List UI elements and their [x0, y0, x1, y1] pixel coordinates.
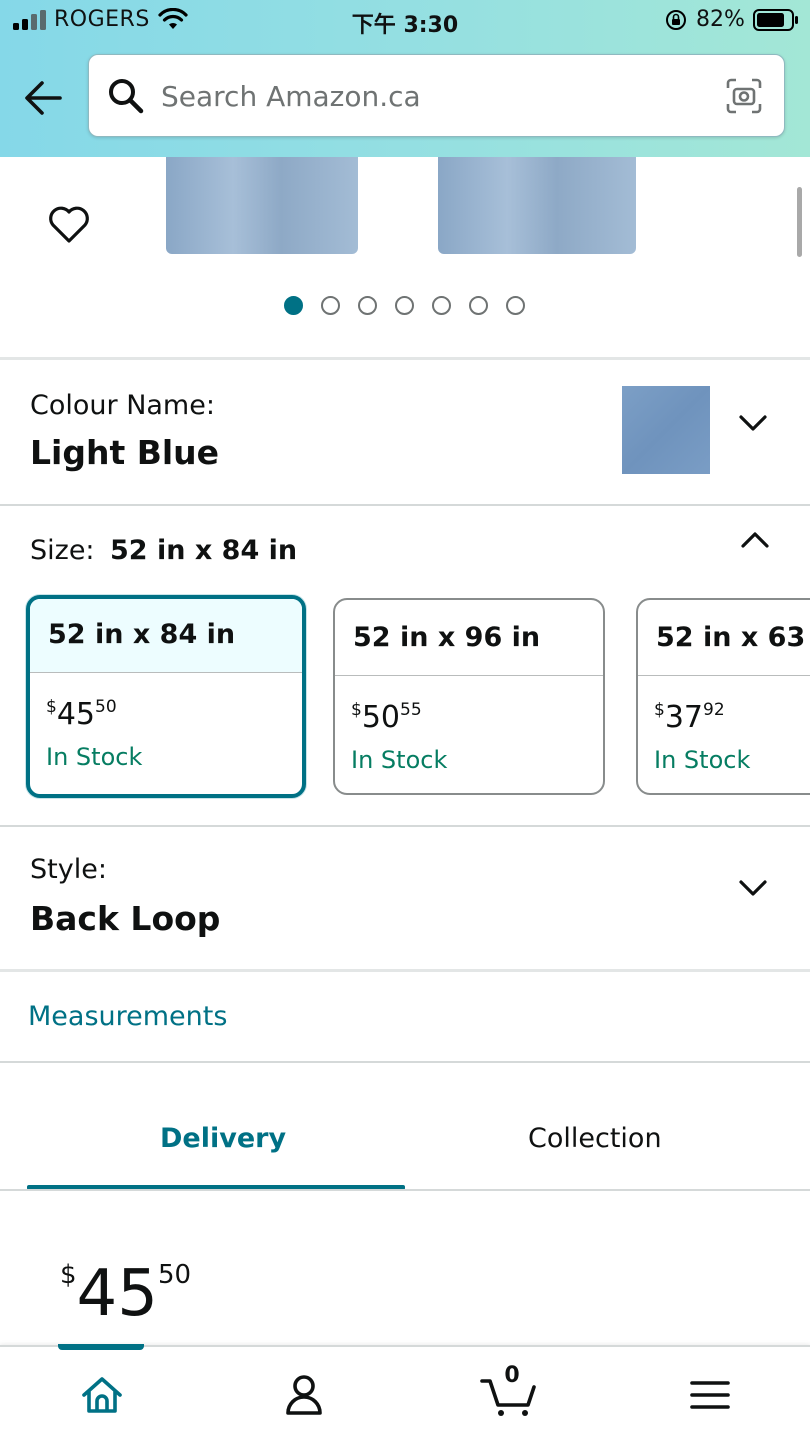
- app-header: ROGERS 下午 3:30 82%: [0, 0, 810, 157]
- camera-scan-icon[interactable]: [725, 77, 763, 115]
- product-image-curtain-right: [438, 157, 636, 254]
- size-option-card[interactable]: 52 in x 63 in $3792 In Stock: [636, 598, 810, 795]
- pager-dot[interactable]: [358, 296, 377, 315]
- image-pager-dots[interactable]: [284, 296, 525, 316]
- pager-dot[interactable]: [321, 296, 340, 315]
- size-option-card[interactable]: 52 in x 96 in $5055 In Stock: [333, 598, 605, 795]
- section-divider: [0, 969, 810, 972]
- stock-status: In Stock: [654, 746, 751, 774]
- orientation-lock-icon: [666, 10, 686, 30]
- section-divider: [0, 1189, 810, 1191]
- size-option-title: 52 in x 96 in: [335, 600, 603, 676]
- size-option-card[interactable]: 52 in x 84 in $4550 In Stock: [26, 595, 306, 798]
- size-option-price: $5055: [351, 700, 422, 735]
- colour-value: Light Blue: [30, 433, 220, 472]
- cart-count: 0: [504, 1363, 520, 1388]
- section-divider: [0, 504, 810, 506]
- heart-icon[interactable]: [48, 205, 90, 245]
- search-input[interactable]: [161, 73, 701, 119]
- tab-delivery[interactable]: Delivery: [160, 1123, 286, 1154]
- pager-dot[interactable]: [284, 296, 303, 315]
- style-label: Style:: [30, 854, 107, 885]
- active-nav-indicator: [58, 1344, 144, 1350]
- product-image-gallery[interactable]: [0, 157, 810, 357]
- colour-label: Colour Name:: [30, 390, 215, 421]
- measurements-link[interactable]: Measurements: [28, 1001, 227, 1032]
- bottom-navigation: 0: [0, 1344, 810, 1440]
- home-icon[interactable]: [78, 1373, 126, 1417]
- search-bar[interactable]: [88, 54, 785, 137]
- product-price: $4550: [60, 1257, 192, 1331]
- status-bar: ROGERS 下午 3:30 82%: [0, 0, 810, 40]
- size-option-title: 52 in x 63 in: [638, 600, 810, 676]
- account-icon[interactable]: [280, 1373, 328, 1417]
- chevron-down-icon[interactable]: [738, 413, 768, 433]
- section-divider: [0, 825, 810, 827]
- search-icon[interactable]: [107, 77, 145, 115]
- size-label: Size:: [30, 535, 95, 566]
- colour-swatch[interactable]: [622, 386, 710, 474]
- chevron-up-icon[interactable]: [740, 530, 770, 550]
- clock: 下午 3:30: [351, 13, 459, 38]
- pager-dot[interactable]: [506, 296, 525, 315]
- battery-icon: [753, 9, 798, 31]
- back-arrow-icon[interactable]: [22, 78, 64, 118]
- style-selector[interactable]: Style: Back Loop: [0, 828, 810, 970]
- fulfilment-tabs: Delivery Collection: [0, 1063, 810, 1190]
- scrollbar[interactable]: [797, 187, 802, 257]
- size-selected-value: 52 in x 84 in: [110, 535, 298, 566]
- menu-icon[interactable]: [686, 1373, 734, 1417]
- stock-status: In Stock: [351, 746, 448, 774]
- size-option-price: $4550: [46, 697, 117, 732]
- pager-dot[interactable]: [469, 296, 488, 315]
- pager-dot[interactable]: [395, 296, 414, 315]
- stock-status: In Stock: [46, 743, 143, 771]
- size-option-price: $3792: [654, 700, 725, 735]
- style-value: Back Loop: [30, 899, 221, 938]
- tab-collection[interactable]: Collection: [528, 1123, 662, 1154]
- colour-selector[interactable]: Colour Name: Light Blue: [0, 360, 810, 505]
- pager-dot[interactable]: [432, 296, 451, 315]
- chevron-down-icon[interactable]: [738, 878, 768, 898]
- battery-percentage: 82%: [696, 7, 745, 32]
- product-image-curtain-left: [166, 157, 358, 254]
- size-selector: Size: 52 in x 84 in 52 in x 84 in $4550 …: [0, 507, 810, 825]
- size-option-title: 52 in x 84 in: [30, 599, 302, 673]
